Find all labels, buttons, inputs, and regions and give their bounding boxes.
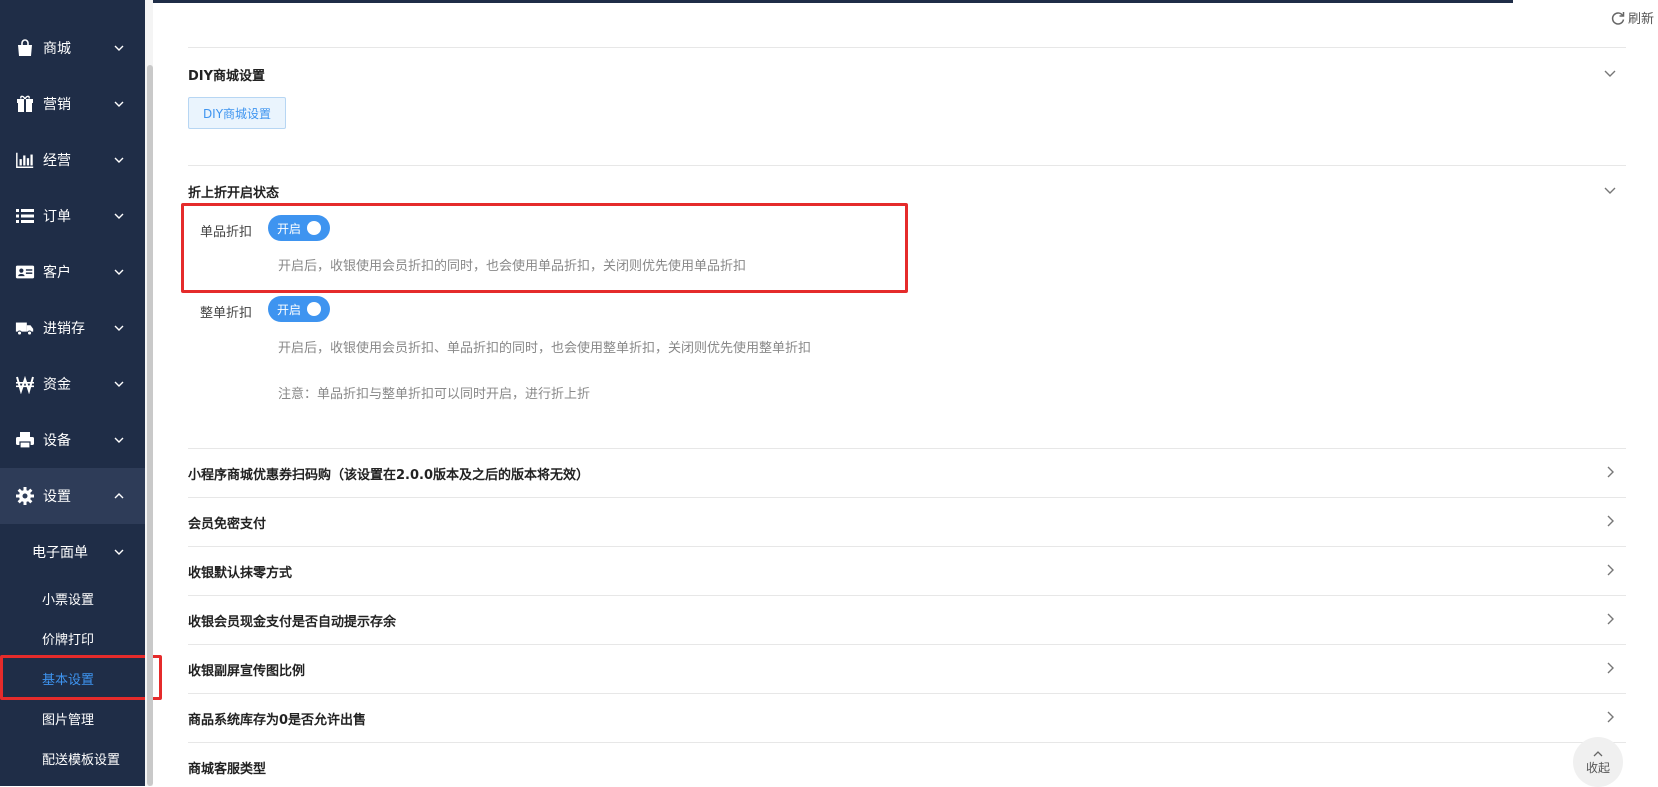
whole-discount-hint: 开启后，收银使用会员折扣、单品折扣的同时，也会使用整单折扣，关闭则优先使用整单折… xyxy=(278,341,812,356)
divider xyxy=(188,546,1626,547)
bar-chart-icon xyxy=(15,150,35,170)
divider xyxy=(188,448,1626,449)
sidebar-item-label: 进销存 xyxy=(43,321,85,337)
chevron-down-icon xyxy=(114,269,124,275)
top-bar xyxy=(153,0,1513,3)
shopping-bag-icon xyxy=(15,38,35,58)
sidebar-subitem-label: 小票设置 xyxy=(42,592,95,608)
chevron-right-icon[interactable] xyxy=(1603,661,1617,675)
collapse-button[interactable]: 收起 xyxy=(1573,737,1623,787)
chevron-down-icon xyxy=(114,437,124,443)
chevron-down-icon xyxy=(114,157,124,163)
divider xyxy=(188,165,1626,166)
sidebar-subgroup-e-waybill[interactable]: 电子面单 xyxy=(0,528,145,576)
sidebar-subitem-label: 图片管理 xyxy=(42,712,95,728)
sidebar-subitem-label: 价牌打印 xyxy=(42,632,95,648)
chevron-down-icon xyxy=(114,45,124,51)
divider xyxy=(188,742,1626,743)
truck-icon xyxy=(15,318,35,338)
chevron-down-icon xyxy=(114,549,124,555)
discount-note: 注意：单品折扣与整单折扣可以同时开启，进行折上折 xyxy=(278,387,591,402)
chevron-down-icon xyxy=(114,325,124,331)
sidebar-item-label: 设置 xyxy=(43,489,71,505)
sidebar-item-customers[interactable]: 客户 xyxy=(0,244,145,300)
whole-discount-label: 整单折扣 xyxy=(200,306,253,321)
section-title-diy[interactable]: DIY商城设置 xyxy=(188,65,265,84)
chevron-down-icon[interactable] xyxy=(1603,66,1617,80)
sidebar-item-mall[interactable]: 商城 xyxy=(0,20,145,76)
toggle-knob xyxy=(307,302,321,316)
chevron-down-icon xyxy=(114,381,124,387)
refresh-icon xyxy=(1611,11,1625,25)
chevron-down-icon xyxy=(114,101,124,107)
row-customer-service-type[interactable]: 商城客服类型 xyxy=(188,758,266,777)
id-card-icon xyxy=(15,262,35,282)
row-member-passwordless-pay[interactable]: 会员免密支付 xyxy=(188,513,266,532)
collapse-label: 收起 xyxy=(1585,760,1610,775)
sidebar-item-operations[interactable]: 经营 xyxy=(0,132,145,188)
sidebar-item-label: 营销 xyxy=(43,97,71,113)
section-title-discount[interactable]: 折上折开启状态 xyxy=(188,182,279,201)
sidebar-item-settings[interactable]: 设置 xyxy=(0,468,145,524)
won-icon xyxy=(15,374,35,394)
gift-icon xyxy=(15,94,35,114)
sidebar-subitem-image-management[interactable]: 图片管理 xyxy=(0,698,145,738)
diy-mall-settings-button[interactable]: DIY商城设置 xyxy=(188,97,286,129)
sidebar-item-label: 经营 xyxy=(43,153,71,169)
sidebar-subitem-price-tag-print[interactable]: 价牌打印 xyxy=(0,618,145,658)
sidebar-item-inventory[interactable]: 进销存 xyxy=(0,300,145,356)
sidebar-item-devices[interactable]: 设备 xyxy=(0,412,145,468)
sidebar-item-label: 订单 xyxy=(43,209,71,225)
chevron-right-icon[interactable] xyxy=(1603,710,1617,724)
gear-icon xyxy=(15,486,35,506)
scrollbar-thumb[interactable] xyxy=(147,65,153,786)
chevron-right-icon[interactable] xyxy=(1603,514,1617,528)
divider xyxy=(188,47,1626,48)
divider xyxy=(188,497,1626,498)
sidebar-item-label: 设备 xyxy=(43,433,71,449)
divider xyxy=(188,693,1626,694)
sidebar-subitem-receipt-settings[interactable]: 小票设置 xyxy=(0,578,145,618)
chevron-down-icon[interactable] xyxy=(1603,183,1617,197)
row-zero-stock-sale[interactable]: 商品系统库存为0是否允许出售 xyxy=(188,709,366,728)
single-discount-label: 单品折扣 xyxy=(200,225,253,240)
sidebar-item-orders[interactable]: 订单 xyxy=(0,188,145,244)
sidebar-subgroup-label: 电子面单 xyxy=(32,545,88,561)
whole-discount-toggle[interactable]: 开启 xyxy=(268,296,330,322)
chevron-right-icon[interactable] xyxy=(1603,612,1617,626)
sidebar-item-label: 资金 xyxy=(43,377,71,393)
divider xyxy=(188,595,1626,596)
refresh-button[interactable]: 刷新 xyxy=(1610,8,1654,27)
sidebar-item-marketing[interactable]: 营销 xyxy=(0,76,145,132)
single-discount-toggle[interactable]: 开启 xyxy=(268,215,330,241)
toggle-label: 开启 xyxy=(277,222,302,236)
chevron-up-icon xyxy=(1593,750,1603,756)
sidebar-item-finance[interactable]: 资金 xyxy=(0,356,145,412)
toggle-label: 开启 xyxy=(277,303,302,317)
highlight-box xyxy=(0,655,162,700)
printer-icon xyxy=(15,430,35,450)
chevron-right-icon[interactable] xyxy=(1603,563,1617,577)
chevron-up-icon xyxy=(114,493,124,499)
single-discount-hint: 开启后，收银使用会员折扣的同时，也会使用单品折扣，关闭则优先使用单品折扣 xyxy=(278,259,747,274)
row-coupon-scan-purchase[interactable]: 小程序商城优惠券扫码购（该设置在2.0.0版本及之后的版本将无效） xyxy=(188,464,589,483)
row-cash-balance-prompt[interactable]: 收银会员现金支付是否自动提示存余 xyxy=(188,611,396,630)
divider xyxy=(188,644,1626,645)
row-default-rounding[interactable]: 收银默认抹零方式 xyxy=(188,562,292,581)
list-icon xyxy=(15,206,35,226)
row-secondary-screen-ratio[interactable]: 收银副屏宣传图比例 xyxy=(188,660,305,679)
toggle-knob xyxy=(307,221,321,235)
sidebar-item-label: 商城 xyxy=(43,41,71,57)
chevron-down-icon xyxy=(114,213,124,219)
sidebar-subitem-delivery-template[interactable]: 配送模板设置 xyxy=(0,738,145,778)
chevron-right-icon[interactable] xyxy=(1603,465,1617,479)
sidebar-subitem-label: 配送模板设置 xyxy=(42,752,121,768)
refresh-label: 刷新 xyxy=(1627,12,1654,27)
sidebar-item-label: 客户 xyxy=(43,265,71,281)
